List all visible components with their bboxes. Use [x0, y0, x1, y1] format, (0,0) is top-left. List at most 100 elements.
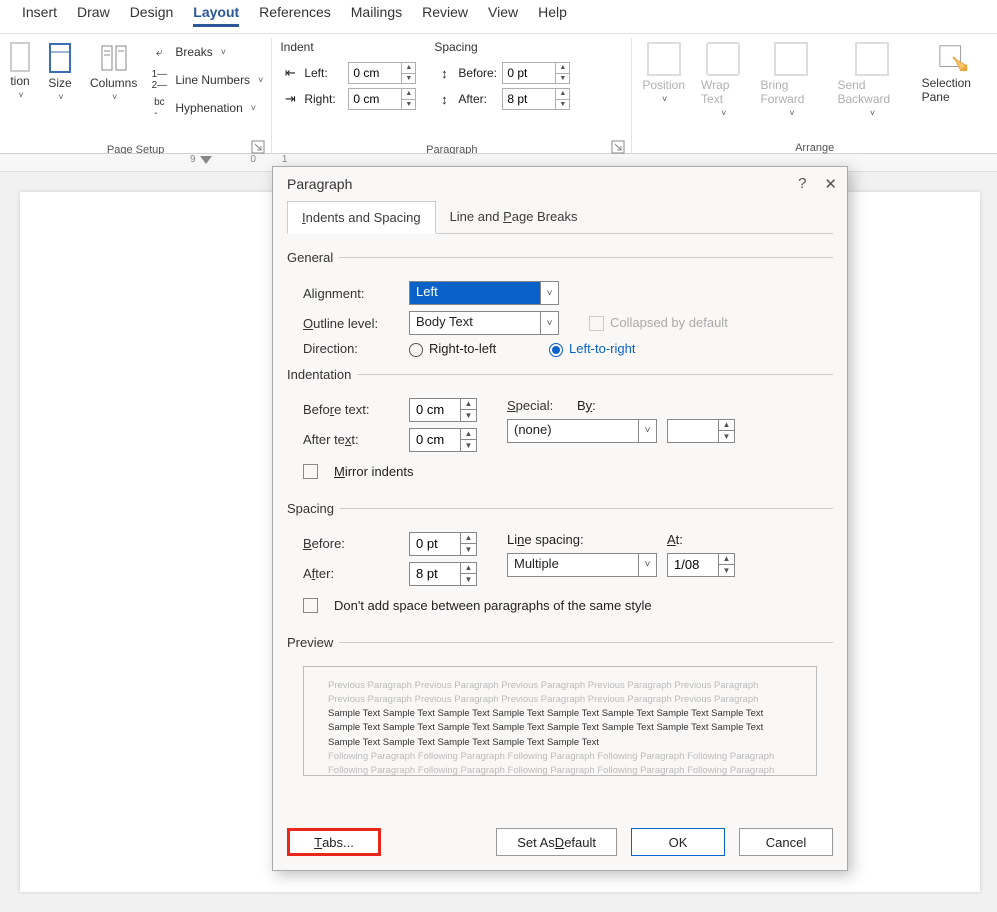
- special-label: Special:: [507, 398, 567, 413]
- preview-sample-text: Sample Text Sample Text Sample Text Samp…: [328, 707, 792, 750]
- spacing-before-input[interactable]: ▲▼: [502, 62, 570, 84]
- spacing-before-row: ↕Before:▲▼: [434, 62, 570, 84]
- group-arrange-label: Arrange: [640, 140, 989, 154]
- after-text-input[interactable]: ▲▼: [409, 428, 477, 452]
- tab-references[interactable]: References: [259, 4, 331, 27]
- at-label: At:: [667, 532, 683, 547]
- no-space-label: Don't add space between paragraphs of th…: [334, 598, 652, 613]
- tab-design[interactable]: Design: [130, 4, 174, 27]
- indentation-group: Indentation Before text: ▲▼ After text: ▲▼…: [287, 367, 833, 485]
- send-backward-label: Send Backward: [838, 78, 906, 106]
- wrap-text-label: Wrap Text: [701, 78, 744, 106]
- tab-layout[interactable]: Layout: [193, 4, 239, 27]
- by-input[interactable]: ▲▼: [667, 419, 735, 443]
- special-combo[interactable]: (none)˅: [507, 419, 657, 443]
- outline-combo[interactable]: Body Text˅: [409, 311, 559, 335]
- page-setup-launcher[interactable]: [251, 140, 265, 154]
- dialog-tabs: IIndents and Spacingndents and Spacing L…: [287, 201, 833, 234]
- by-label: By:: [577, 398, 677, 413]
- send-backward-button[interactable]: Send Backward˅: [836, 40, 908, 120]
- tab-draw[interactable]: Draw: [77, 4, 110, 27]
- rtl-radio[interactable]: Right-to-left: [409, 341, 539, 357]
- selection-pane-label: Selection Pane: [922, 76, 987, 104]
- indent-right-label: Right:: [304, 92, 344, 106]
- indent-left-label: Left:: [304, 66, 344, 80]
- orientation-button[interactable]: tion˅: [8, 40, 32, 102]
- tab-insert[interactable]: Insert: [22, 4, 57, 27]
- line-numbers-icon: 1—2—: [149, 70, 169, 90]
- hyphenation-button[interactable]: bc-Hyphenation˅: [149, 96, 263, 120]
- tabs-button[interactable]: Tabs...Tabs...: [287, 828, 381, 856]
- preview-box: Previous Paragraph Previous Paragraph Pr…: [303, 666, 817, 776]
- spacing-after-icon: ↕: [434, 89, 454, 109]
- line-spacing-label: Line spacing:: [507, 532, 657, 547]
- size-button[interactable]: Size˅: [42, 40, 78, 104]
- after-label: After:: [303, 566, 399, 581]
- at-input[interactable]: ▲▼: [667, 553, 735, 577]
- spacing-after-row: ↕ After: ▲▼: [434, 88, 570, 110]
- before-text-label: Before text:: [303, 402, 399, 417]
- paragraph-dialog: Paragraph ? ✕ IIndents and Spacingndents…: [272, 166, 848, 871]
- spacing-title: Spacing: [434, 40, 570, 54]
- indent-left-input[interactable]: ▲▼: [348, 62, 416, 84]
- indent-right-input[interactable]: ▲▼: [348, 88, 416, 110]
- help-button[interactable]: ?: [798, 175, 806, 193]
- indent-right-icon: ⇥: [280, 89, 300, 109]
- size-label: Size: [48, 76, 71, 90]
- wrap-text-button[interactable]: Wrap Text˅: [699, 40, 746, 120]
- tab-view[interactable]: View: [488, 4, 518, 27]
- spacing-before-input2[interactable]: ▲▼: [409, 532, 477, 556]
- bring-forward-label: Bring Forward: [760, 78, 821, 106]
- spacing-after-input2[interactable]: ▲▼: [409, 562, 477, 586]
- dialog-title: Paragraph: [287, 176, 352, 192]
- no-space-checkbox[interactable]: [303, 598, 318, 613]
- outline-label: Outline level:: [303, 316, 399, 331]
- preview-prev-text: Previous Paragraph Previous Paragraph Pr…: [328, 679, 792, 708]
- dialog-titlebar: Paragraph ? ✕: [273, 167, 847, 201]
- dialog-footer: Tabs...Tabs... Set As DefaultSet As Defa…: [273, 814, 847, 870]
- direction-label: Direction:: [303, 341, 399, 356]
- ok-button[interactable]: OK: [631, 828, 725, 856]
- spacing-after-input[interactable]: ▲▼: [502, 88, 570, 110]
- group-page-setup: tion˅ Size˅ Columns˅ ⤶Breaks˅ 1—2—Line N…: [0, 38, 272, 156]
- mirror-checkbox[interactable]: [303, 464, 318, 479]
- tab-mailings[interactable]: Mailings: [351, 4, 402, 27]
- cancel-button[interactable]: Cancel: [739, 828, 833, 856]
- spacing-before-icon: ↕: [434, 63, 454, 83]
- position-label: Position: [642, 78, 685, 92]
- spacing-legend: Spacing: [287, 501, 340, 516]
- ribbon: tion˅ Size˅ Columns˅ ⤶Breaks˅ 1—2—Line N…: [0, 34, 997, 154]
- breaks-button[interactable]: ⤶Breaks˅: [149, 40, 263, 64]
- paragraph-launcher[interactable]: [611, 140, 625, 154]
- selection-pane-button[interactable]: Selection Pane: [920, 40, 989, 106]
- collapsed-checkbox: [589, 316, 604, 331]
- tab-line-page-breaks[interactable]: Line and Page BreaksLine and Page Breaks: [436, 201, 592, 233]
- set-default-button[interactable]: Set As DefaultSet As Default: [496, 828, 617, 856]
- group-arrange: Position˅ Wrap Text˅ Bring Forward˅ Send…: [632, 38, 997, 156]
- line-numbers-button[interactable]: 1—2—Line Numbers˅: [149, 68, 263, 92]
- bring-forward-button[interactable]: Bring Forward˅: [758, 40, 823, 120]
- close-button[interactable]: ✕: [824, 175, 837, 193]
- general-group: General Alignment: Left˅ Outline level: …: [287, 250, 833, 363]
- columns-label: Columns: [90, 76, 137, 90]
- tab-indents-spacing[interactable]: IIndents and Spacingndents and Spacing: [287, 201, 436, 234]
- collapsed-label: Collapsed by default: [610, 315, 728, 330]
- position-button[interactable]: Position˅: [640, 40, 687, 106]
- ltr-radio[interactable]: Left-to-right: [549, 341, 635, 357]
- spacing-after-label: After:: [458, 92, 498, 106]
- tab-review[interactable]: Review: [422, 4, 468, 27]
- tab-help[interactable]: Help: [538, 4, 567, 27]
- after-text-label: After text:: [303, 432, 399, 447]
- hyphenation-icon: bc-: [149, 98, 169, 118]
- preview-group: Preview Previous Paragraph Previous Para…: [287, 635, 833, 776]
- mirror-label: Mirror indents: [334, 464, 413, 479]
- orientation-label: tion: [10, 74, 29, 88]
- columns-button[interactable]: Columns˅: [88, 40, 139, 104]
- indentation-legend: Indentation: [287, 367, 357, 382]
- alignment-combo[interactable]: Left˅: [409, 281, 559, 305]
- ribbon-tab-strip: Insert Draw Design Layout References Mai…: [0, 0, 997, 34]
- indent-left-row: ⇤Left:▲▼: [280, 62, 416, 84]
- before-text-input[interactable]: ▲▼: [409, 398, 477, 422]
- line-spacing-combo[interactable]: Multiple˅: [507, 553, 657, 577]
- alignment-label: Alignment:: [303, 286, 399, 301]
